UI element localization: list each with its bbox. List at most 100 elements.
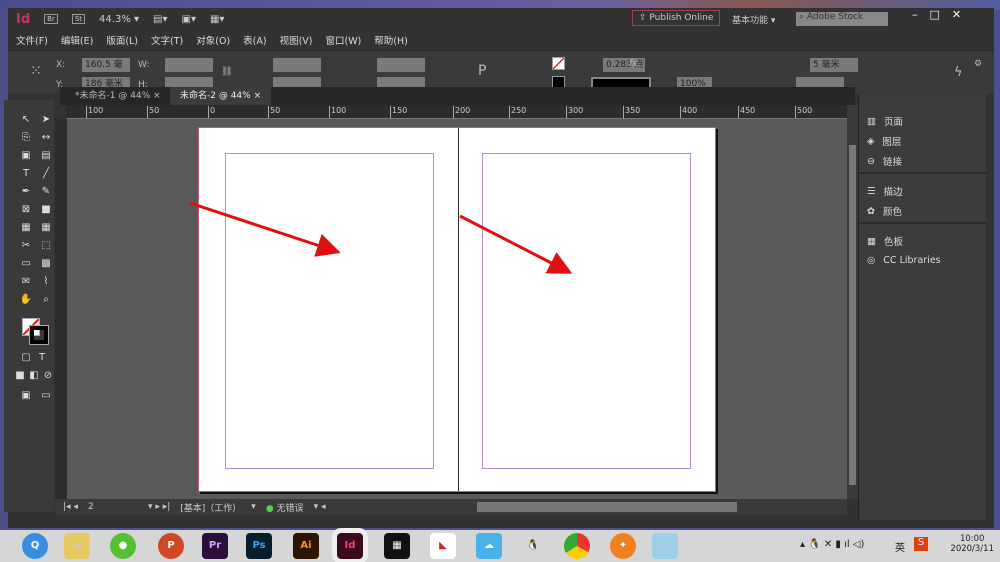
powerpoint-icon[interactable]: P <box>158 533 184 559</box>
scissors-tool-icon[interactable]: ✂ <box>18 240 34 254</box>
video-editor-icon[interactable]: ▦ <box>384 533 410 559</box>
rotate-field[interactable] <box>377 58 425 72</box>
pen-tool-icon[interactable]: ✒ <box>18 186 34 200</box>
panel-layers[interactable]: ◈ 图层 <box>867 134 901 149</box>
indesign-icon[interactable]: Id <box>332 528 368 562</box>
cloud-app-icon[interactable]: ☁ <box>476 533 502 559</box>
menu-layout[interactable]: 版面(L) <box>106 33 138 47</box>
premiere-icon[interactable]: Pr <box>202 533 228 559</box>
x-field[interactable]: 160.5 毫米 <box>82 58 130 84</box>
menu-file[interactable]: 文件(F) <box>16 33 48 47</box>
file-explorer-icon[interactable]: ▤ <box>64 533 90 559</box>
master-dropdown[interactable]: ▾ <box>251 502 256 512</box>
apply-none-icon[interactable]: ⊘ <box>40 370 56 384</box>
adobe-stock-search[interactable]: ⌕ Adobe Stock <box>796 12 888 26</box>
menu-object[interactable]: 对象(O) <box>196 33 230 47</box>
panel-links[interactable]: ⊖ 链接 <box>867 154 902 169</box>
lightning-icon[interactable]: ϟ <box>954 65 963 80</box>
page-nav-buttons[interactable]: ▾ ▸ ▸| <box>148 502 170 512</box>
window-controls[interactable]: –□✕ <box>912 8 973 21</box>
menu-view[interactable]: 视图(V) <box>280 33 313 47</box>
formatting-text-icon[interactable]: T <box>34 352 50 366</box>
rectangle-frame-tool-icon[interactable]: ⊠ <box>18 204 34 218</box>
panel-stroke[interactable]: ☰ 描边 <box>867 184 903 199</box>
content-collector-icon[interactable]: ▣ <box>18 150 34 164</box>
screen-mode-icon[interactable]: ▣▾ <box>182 14 196 25</box>
rectangle-tool-icon[interactable]: ■ <box>38 204 54 218</box>
notepad-icon[interactable]: ▱ <box>652 533 678 559</box>
menu-edit[interactable]: 编辑(E) <box>61 33 93 47</box>
panel-swatches[interactable]: ▦ 色板 <box>867 234 903 249</box>
page-number-field[interactable]: 2 <box>88 502 138 512</box>
close-icon[interactable]: × <box>153 91 161 101</box>
first-page-button[interactable]: |◂ ◂ <box>63 502 78 512</box>
publish-online-button[interactable]: ⇪ Publish Online <box>632 10 721 26</box>
arrange-documents-icon[interactable]: ▦▾ <box>210 14 224 25</box>
illustrator-icon[interactable]: Ai <box>293 533 319 559</box>
menu-table[interactable]: 表(A) <box>243 33 266 47</box>
reference-point-icon[interactable]: ⁙ <box>30 63 42 79</box>
stroke-color-swatch[interactable] <box>29 325 49 345</box>
pencil-tool-icon[interactable]: ✎ <box>38 186 54 200</box>
zoom-select[interactable]: 44.3% ▾ <box>99 14 139 25</box>
browser-taskbar-icon[interactable]: Q <box>22 533 48 559</box>
sogou-ime-icon[interactable]: S <box>914 537 928 551</box>
clock[interactable]: 10:00 2020/3/11 <box>950 534 994 554</box>
fx-icon[interactable]: fx. <box>629 59 640 69</box>
chrome-icon[interactable] <box>564 533 590 559</box>
system-tray-icons[interactable]: ▴ 🐧 ✕ ▮ ıl ◁) <box>800 539 864 550</box>
direct-selection-tool-icon[interactable]: ➤ <box>38 114 54 128</box>
master-select[interactable]: [基本]（工作） <box>180 501 241 514</box>
free-transform-tool-icon[interactable]: ⬚ <box>38 240 54 254</box>
scale-x-field[interactable] <box>273 58 321 72</box>
formatting-container-icon[interactable]: ▢ <box>18 352 34 366</box>
panel-color[interactable]: ✿ 颜色 <box>867 204 902 219</box>
page-tool-icon[interactable]: ⎘ <box>18 132 34 146</box>
ime-language[interactable]: 英 <box>895 539 905 554</box>
preflight-status[interactable]: ● 无错误 <box>266 501 304 514</box>
photoshop-icon[interactable]: Ps <box>246 533 272 559</box>
tab-document-2[interactable]: 未命名-2 @ 44% × <box>170 87 272 105</box>
panel-cc-libraries[interactable]: ◎ CC Libraries <box>867 255 941 266</box>
line-tool-icon[interactable]: ╱ <box>38 168 54 182</box>
width-field[interactable] <box>165 58 213 72</box>
scroll-thumb[interactable] <box>849 145 856 485</box>
screen-mode-icon[interactable]: ▭ <box>38 390 54 404</box>
fill-swatch[interactable] <box>552 57 565 70</box>
note-tool-icon[interactable]: ✉ <box>18 276 34 290</box>
wechat-icon[interactable]: ● <box>110 533 136 559</box>
constrain-proportions-icon[interactable]: ⛓ <box>221 67 232 77</box>
zoom-tool-icon[interactable]: ⌕ <box>38 294 54 308</box>
normal-view-icon[interactable]: ▣ <box>18 390 34 404</box>
horizontal-scrollbar[interactable] <box>477 502 737 512</box>
content-placer-icon[interactable]: ▤ <box>38 150 54 164</box>
eyedropper-tool-icon[interactable]: ⌇ <box>38 276 54 290</box>
type-tool-icon[interactable]: T <box>18 168 34 182</box>
preflight-dropdown[interactable]: ▾ ◂ <box>314 502 326 512</box>
workspace-switcher[interactable]: 基本功能 ▾ <box>732 13 775 26</box>
corner-size-field[interactable]: 5 毫米 <box>810 58 858 72</box>
table-tool-icon[interactable]: ▦ <box>18 222 34 236</box>
app-icon[interactable]: ◣ <box>430 533 456 559</box>
menu-type[interactable]: 文字(T) <box>151 33 183 47</box>
menu-help[interactable]: 帮助(H) <box>374 33 408 47</box>
grid-icon[interactable]: ▦ <box>38 222 54 236</box>
gap-tool-icon[interactable]: ↔ <box>38 132 54 146</box>
x-label: X: <box>56 60 66 70</box>
selection-tool-icon[interactable]: ↖ <box>18 114 34 128</box>
view-options-icon[interactable]: ▤▾ <box>153 14 167 25</box>
tab-document-1[interactable]: *未命名-1 @ 44% × <box>65 87 171 105</box>
p-frame-icon[interactable]: P <box>478 63 486 79</box>
app-icon-orange[interactable]: ✦ <box>610 533 636 559</box>
bridge-button[interactable]: Br <box>44 14 58 24</box>
stock-button[interactable]: St <box>71 14 86 24</box>
close-icon[interactable]: × <box>254 91 262 101</box>
gradient-feather-tool-icon[interactable]: ▩ <box>38 258 54 272</box>
hand-tool-icon[interactable]: ✋ <box>18 294 34 308</box>
gear-icon[interactable]: ⚙ <box>974 59 982 69</box>
panel-pages[interactable]: ▥ 页面 <box>867 114 903 129</box>
gradient-tool-icon[interactable]: ▭ <box>18 258 34 272</box>
qq-icon[interactable]: 🐧 <box>520 533 546 559</box>
vertical-scrollbar[interactable] <box>847 105 858 499</box>
menu-window[interactable]: 窗口(W) <box>325 33 361 47</box>
